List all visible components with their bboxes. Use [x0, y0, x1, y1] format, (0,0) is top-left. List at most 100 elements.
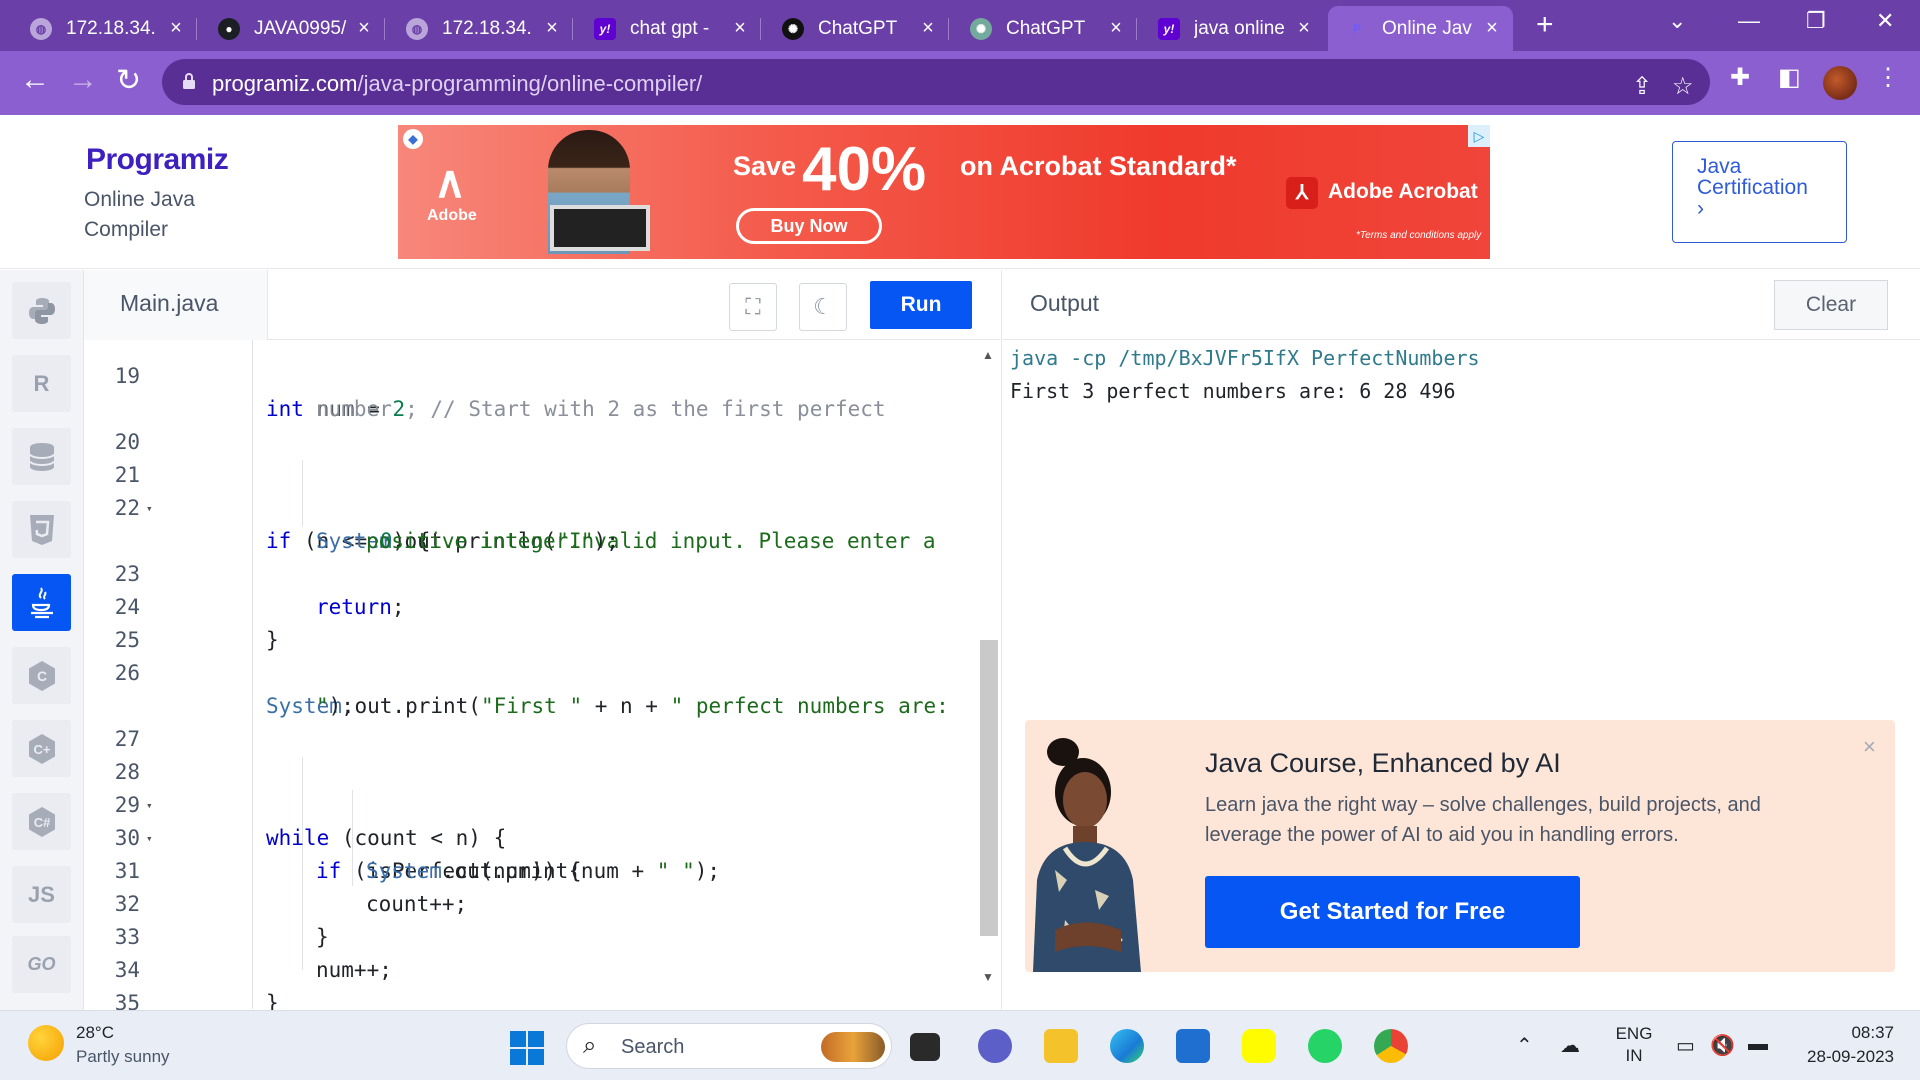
bookmark-star-icon[interactable]: ☆ — [1672, 72, 1694, 101]
forward-icon[interactable]: → — [68, 63, 98, 97]
csharp-language-icon[interactable]: C# — [12, 793, 71, 850]
windows-start-icon[interactable] — [510, 1031, 544, 1065]
close-tab-icon[interactable]: × — [355, 17, 373, 40]
get-started-button[interactable]: Get Started for Free — [1205, 876, 1580, 948]
volume-muted-icon[interactable]: 🔇 — [1710, 1033, 1735, 1058]
clock-time[interactable]: 08:37 — [1790, 1023, 1894, 1043]
clear-button[interactable]: Clear — [1774, 280, 1888, 330]
close-tab-icon[interactable]: × — [1107, 17, 1125, 40]
cpp-icon: C+ — [28, 733, 55, 764]
code-line: 33 num++; — [114, 925, 392, 982]
chatgpt-icon: ✺ — [970, 17, 992, 40]
file-explorer-icon[interactable] — [1044, 1029, 1078, 1063]
programiz-logo[interactable]: Programiz — [86, 143, 229, 177]
code-line: 26 System.out.print("First " + n + " per… — [114, 661, 949, 718]
scroll-down-icon[interactable]: ▼ — [982, 970, 994, 984]
programiz-icon: P — [1352, 21, 1361, 36]
cpp-language-icon[interactable]: C+ — [12, 720, 71, 777]
editor-scrollbar-thumb[interactable] — [980, 640, 998, 936]
search-icon: ⌕ — [583, 1032, 597, 1059]
scroll-up-icon[interactable]: ▲ — [982, 348, 994, 362]
snapchat-icon[interactable] — [1242, 1029, 1276, 1063]
code-line: 19 int num = 2; // Start with 2 as the f… — [114, 364, 886, 421]
browser-tab[interactable]: ● JAVA0995/ × — [200, 6, 385, 51]
ad-terms: *Terms and conditions apply — [1356, 230, 1482, 241]
new-tab-icon[interactable]: + — [1536, 8, 1554, 42]
back-icon[interactable]: ← — [20, 63, 50, 97]
moon-icon: ☾ — [813, 294, 833, 319]
close-tab-icon[interactable]: × — [919, 17, 937, 40]
code-line: 31 count++; — [114, 859, 468, 916]
promo-description: Learn java the right way – solve challen… — [1205, 794, 1761, 816]
lock-icon — [183, 73, 195, 89]
close-tab-icon[interactable]: × — [167, 17, 185, 40]
close-window-icon[interactable]: ✕ — [1876, 8, 1894, 34]
browser-tab[interactable]: y! chat gpt - × — [576, 6, 761, 51]
battery-icon[interactable]: ▬ — [1748, 1033, 1768, 1056]
weather-sun-icon[interactable] — [28, 1025, 64, 1061]
go-language-icon[interactable]: GO — [12, 936, 71, 993]
browser-tab[interactable]: ✺ ChatGPT × — [764, 6, 949, 51]
browser-tab[interactable]: ◍ 172.18.34. × — [12, 6, 197, 51]
javascript-language-icon[interactable]: JS — [12, 866, 71, 923]
whatsapp-icon[interactable] — [1308, 1029, 1342, 1063]
ad-shield-icon: ◆ — [403, 129, 423, 149]
close-tab-icon[interactable]: × — [1483, 17, 1501, 40]
code-line-wrap: positive integer."); — [366, 529, 619, 553]
fullscreen-button[interactable]: ⛶ — [729, 283, 777, 331]
menu-kebab-icon[interactable]: ⋮ — [1876, 63, 1900, 92]
onedrive-icon[interactable]: ☁ — [1560, 1033, 1580, 1058]
chrome-icon[interactable] — [1374, 1029, 1408, 1063]
clock-date[interactable]: 28-09-2023 — [1790, 1047, 1894, 1067]
restore-icon[interactable]: ❐ — [1806, 8, 1826, 34]
minimize-icon[interactable]: — — [1738, 8, 1760, 34]
svg-text:C#: C# — [33, 815, 50, 830]
run-button[interactable]: Run — [870, 281, 972, 329]
reload-icon[interactable]: ↻ — [116, 63, 141, 98]
code-line: 27 — [114, 727, 140, 751]
adchoices-icon[interactable]: ▷ — [1468, 125, 1490, 147]
java-certification-link[interactable]: Java Certification › — [1672, 141, 1847, 243]
r-language-icon[interactable]: R — [12, 355, 71, 412]
fullscreen-icon: ⛶ — [745, 294, 761, 319]
close-tab-icon[interactable]: × — [543, 17, 561, 40]
show-hidden-icons-icon[interactable]: ⌃ — [1516, 1033, 1533, 1058]
taskbar-search[interactable]: ⌕ Search — [566, 1023, 892, 1069]
c-language-icon[interactable]: C — [12, 647, 71, 704]
sql-language-icon[interactable] — [12, 428, 71, 485]
browser-tab-bar: ◍ 172.18.34. × ● JAVA0995/ × ◍ 172.18.34… — [0, 0, 1920, 51]
weather-description[interactable]: Partly sunny — [76, 1047, 170, 1067]
close-icon[interactable]: × — [1863, 734, 1876, 760]
share-icon[interactable]: ⇪ — [1632, 72, 1652, 101]
html-language-icon[interactable] — [12, 501, 71, 558]
dark-mode-button[interactable]: ☾ — [799, 283, 847, 331]
network-icon[interactable]: ▭ — [1676, 1033, 1695, 1058]
java-language-icon[interactable] — [12, 574, 71, 631]
extensions-icon[interactable]: ✚ — [1730, 63, 1750, 92]
browser-tab[interactable]: ✺ ChatGPT × — [952, 6, 1137, 51]
ad-buy-now-button[interactable]: Buy Now — [736, 208, 882, 244]
code-editor[interactable]: 19 int num = 2; // Start with 2 as the f… — [84, 340, 1000, 1010]
input-language[interactable]: ENG IN — [1614, 1023, 1654, 1067]
profile-avatar[interactable] — [1823, 66, 1857, 100]
microsoft-store-icon[interactable] — [1176, 1029, 1210, 1063]
browser-tab[interactable]: ◍ 172.18.34. × — [388, 6, 573, 51]
browser-tab-active[interactable]: P Online Jav × — [1328, 6, 1513, 51]
python-language-icon[interactable] — [12, 282, 71, 339]
address-bar[interactable]: programiz.com/java-programming/online-co… — [162, 59, 1710, 105]
browser-toolbar: ← → ↻ programiz.com/java-programming/onl… — [0, 51, 1920, 115]
close-tab-icon[interactable]: × — [731, 17, 749, 40]
file-tab[interactable]: Main.java — [84, 270, 268, 340]
chat-icon[interactable] — [978, 1029, 1012, 1063]
browser-tab[interactable]: y! java online × — [1140, 6, 1325, 51]
weather-temperature[interactable]: 28°C — [76, 1023, 114, 1043]
ad-banner[interactable]: ◆ ∧ Adobe Save 40% on Acrobat Standard* … — [398, 125, 1490, 259]
promo-card: Java Course, Enhanced by AI Learn java t… — [1025, 720, 1895, 972]
side-panel-icon[interactable]: ◧ — [1778, 63, 1801, 92]
close-tab-icon[interactable]: × — [1295, 17, 1313, 40]
code-line: 20 — [114, 430, 140, 454]
edge-icon[interactable] — [1110, 1029, 1144, 1063]
code-line: 34 } — [114, 958, 279, 1010]
task-view-icon[interactable] — [910, 1033, 940, 1061]
tab-search-icon[interactable]: ⌄ — [1668, 8, 1686, 34]
